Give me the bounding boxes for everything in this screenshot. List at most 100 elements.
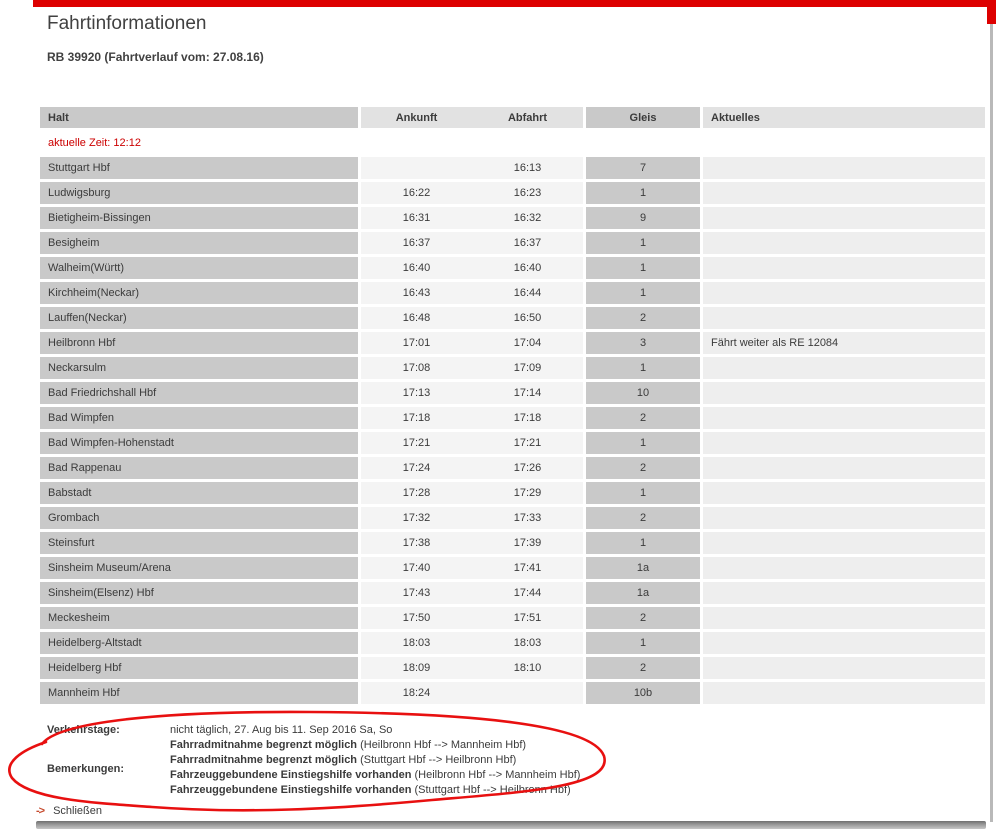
arrival-time: 17:50	[402, 612, 431, 624]
window-right-border	[990, 24, 993, 822]
table-row: Bad Wimpfen 17:18 17:18 2	[40, 407, 985, 429]
status-cell	[703, 407, 985, 429]
table-row: Bad Friedrichshall Hbf 17:13 17:14 10	[40, 382, 985, 404]
departure-time: 17:26	[513, 462, 542, 474]
table-row: Meckesheim 17:50 17:51 2	[40, 607, 985, 629]
station-name-cell: Bad Wimpfen-Hohenstadt	[40, 432, 358, 454]
arrival-time: 17:38	[402, 537, 431, 549]
departure-time: 16:23	[513, 187, 542, 199]
table-row: Babstadt 17:28 17:29 1	[40, 482, 985, 504]
departure-time: 16:44	[513, 287, 542, 299]
platform-cell: 2	[586, 607, 700, 629]
station-name-cell: Ludwigsburg	[40, 182, 358, 204]
arrival-time: 16:37	[402, 237, 431, 249]
table-row: Ludwigsburg 16:22 16:23 1	[40, 182, 985, 204]
status-cell	[703, 157, 985, 179]
status-cell	[703, 207, 985, 229]
close-button[interactable]: -> Schließen	[36, 805, 102, 817]
arrival-time: 16:22	[402, 187, 431, 199]
times-cell: 18:24	[361, 682, 583, 704]
times-cell: 17:38 17:39	[361, 532, 583, 554]
arrival-time: 17:28	[402, 487, 431, 499]
platform-cell: 2	[586, 457, 700, 479]
station-name-cell: Lauffen(Neckar)	[40, 307, 358, 329]
times-cell: 16:40 16:40	[361, 257, 583, 279]
arrival-time: 17:13	[402, 387, 431, 399]
station-name-cell: Bad Rappenau	[40, 457, 358, 479]
status-cell	[703, 657, 985, 679]
window-bottom-shadow	[36, 821, 986, 829]
times-cell: 16:37 16:37	[361, 232, 583, 254]
station-name-cell: Grombach	[40, 507, 358, 529]
times-cell: 18:03 18:03	[361, 632, 583, 654]
departure-time: 18:10	[513, 662, 542, 674]
platform-cell: 1	[586, 257, 700, 279]
arrival-time: 16:43	[402, 287, 431, 299]
platform-cell: 7	[586, 157, 700, 179]
departure-time: 18:03	[513, 637, 542, 649]
status-cell	[703, 507, 985, 529]
station-name-cell: Heidelberg-Altstadt	[40, 632, 358, 654]
status-cell	[703, 382, 985, 404]
platform-cell: 10b	[586, 682, 700, 704]
station-name-cell: Walheim(Württ)	[40, 257, 358, 279]
times-cell: 16:13	[361, 157, 583, 179]
verkehrstage-value: nicht täglich, 27. Aug bis 11. Sep 2016 …	[170, 723, 393, 736]
station-name-cell: Sinsheim(Elsenz) Hbf	[40, 582, 358, 604]
arrival-time: 17:18	[402, 412, 431, 424]
arrival-time: 17:01	[402, 337, 431, 349]
platform-cell: 1	[586, 532, 700, 554]
departure-time: 17:21	[513, 437, 542, 449]
bemerkungen-list: Fahrradmitnahme begrenzt möglich (Heilbr…	[170, 737, 580, 797]
window-top-red-border	[33, 0, 996, 7]
departure-time: 16:50	[513, 312, 542, 324]
departure-time: 17:09	[513, 362, 542, 374]
table-row: Stuttgart Hbf 16:13 7	[40, 157, 985, 179]
times-cell: 16:43 16:44	[361, 282, 583, 304]
departure-time: 16:37	[513, 237, 542, 249]
table-row: Heilbronn Hbf 17:01 17:04 3 Fährt weiter…	[40, 332, 985, 354]
current-time-label: aktuelle Zeit: 12:12	[40, 131, 985, 154]
status-cell	[703, 432, 985, 454]
table-row: Heidelberg-Altstadt 18:03 18:03 1	[40, 632, 985, 654]
platform-cell: 1a	[586, 557, 700, 579]
platform-cell: 2	[586, 307, 700, 329]
column-header-ankunft: Ankunft	[395, 111, 438, 124]
times-cell: 17:21 17:21	[361, 432, 583, 454]
departure-time: 17:41	[513, 562, 542, 574]
close-button-label: Schließen	[53, 805, 103, 817]
arrival-time: 17:32	[402, 512, 431, 524]
table-row: Mannheim Hbf 18:24 10b	[40, 682, 985, 704]
bemerkung-line: Fahrzeuggebundene Einstiegshilfe vorhand…	[170, 768, 581, 781]
station-name-cell: Heidelberg Hbf	[40, 657, 358, 679]
status-cell: Fährt weiter als RE 12084	[703, 332, 985, 354]
arrival-time: 18:24	[402, 687, 431, 699]
status-cell	[703, 607, 985, 629]
status-cell	[703, 482, 985, 504]
status-cell	[703, 557, 985, 579]
status-cell	[703, 632, 985, 654]
platform-cell: 1	[586, 182, 700, 204]
status-cell	[703, 457, 985, 479]
times-cell: 16:22 16:23	[361, 182, 583, 204]
verkehrstage-label: Verkehrstage:	[47, 723, 120, 736]
station-name-cell: Bad Friedrichshall Hbf	[40, 382, 358, 404]
bemerkung-line: Fahrradmitnahme begrenzt möglich (Stuttg…	[170, 753, 517, 766]
arrival-time: 17:43	[402, 587, 431, 599]
column-header-times: Ankunft Abfahrt	[361, 107, 583, 128]
times-cell: 17:50 17:51	[361, 607, 583, 629]
station-name-cell: Heilbronn Hbf	[40, 332, 358, 354]
times-cell: 18:09 18:10	[361, 657, 583, 679]
times-cell: 17:01 17:04	[361, 332, 583, 354]
status-cell	[703, 182, 985, 204]
station-name-cell: Besigheim	[40, 232, 358, 254]
platform-cell: 2	[586, 407, 700, 429]
bemerkungen-label: Bemerkungen:	[47, 762, 125, 775]
status-cell	[703, 307, 985, 329]
arrival-time: 16:40	[402, 262, 431, 274]
platform-cell: 1	[586, 232, 700, 254]
arrow-right-icon: ->	[36, 805, 45, 817]
times-cell: 17:40 17:41	[361, 557, 583, 579]
departure-time: 17:39	[513, 537, 542, 549]
bemerkung-line: Fahrzeuggebundene Einstiegshilfe vorhand…	[170, 783, 571, 796]
